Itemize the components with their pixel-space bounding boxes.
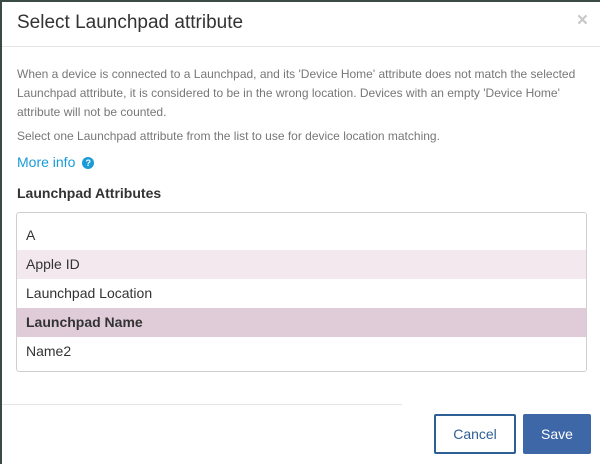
- footer-divider: [2, 404, 402, 405]
- attribute-item-apple-id[interactable]: Apple ID: [17, 250, 586, 279]
- more-info-link[interactable]: More info ?: [17, 154, 95, 170]
- attribute-item-launchpad-location[interactable]: Launchpad Location: [17, 279, 586, 308]
- help-circle-icon: ?: [82, 157, 95, 169]
- attribute-item-launchpad-name[interactable]: Launchpad Name: [17, 308, 586, 337]
- close-icon[interactable]: ×: [577, 11, 588, 30]
- dialog-description: When a device is connected to a Launchpa…: [17, 67, 576, 119]
- save-button[interactable]: Save: [523, 414, 591, 454]
- more-info-label: More info: [17, 154, 76, 170]
- select-launchpad-attribute-dialog: Select Launchpad attribute × When a devi…: [2, 2, 600, 464]
- dialog-instruction: Select one Launchpad attribute from the …: [17, 129, 440, 143]
- dialog-header: Select Launchpad attribute ×: [2, 2, 600, 47]
- cancel-button[interactable]: Cancel: [434, 414, 516, 454]
- dialog-title: Select Launchpad attribute: [17, 12, 244, 33]
- attribute-item-name2[interactable]: Name2: [17, 337, 586, 366]
- launchpad-attribute-list[interactable]: A Apple ID Launchpad Location Launchpad …: [16, 212, 587, 372]
- attribute-item-a[interactable]: A: [17, 221, 586, 250]
- launchpad-attributes-label: Launchpad Attributes: [17, 185, 162, 201]
